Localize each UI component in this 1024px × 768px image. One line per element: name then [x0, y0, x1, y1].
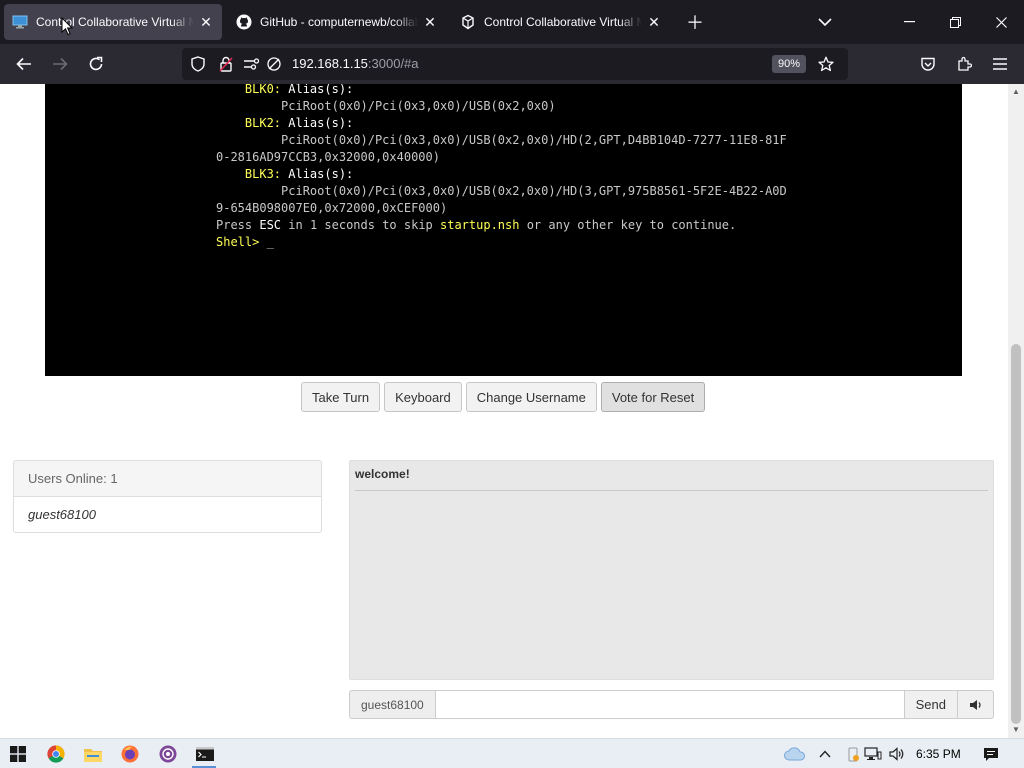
terminal-press-esc-line: Press ESC in 1 seconds to skip startup.n… — [216, 218, 737, 232]
chat-log: welcome! — [349, 460, 994, 680]
terminal-line: BLK2: Alias(s): — [244, 116, 354, 130]
vm-control-buttons: Take Turn Keyboard Change Username Vote … — [301, 382, 706, 412]
new-tab-icon[interactable]: ＋ — [681, 8, 709, 36]
terminal-line: PciRoot(0x0)/Pci(0x3,0x0)/USB(0x2,0x0)/H… — [281, 133, 787, 147]
firefox-icon[interactable] — [119, 743, 141, 765]
close-tab-icon[interactable]: ✕ — [422, 14, 438, 30]
terminal-line: BLK3: Alias(s): — [244, 167, 354, 181]
github-icon — [236, 14, 252, 30]
vote-for-reset-button[interactable]: Vote for Reset — [600, 382, 706, 412]
volume-icon[interactable] — [886, 743, 908, 765]
browser-tab[interactable]: Control Collaborative Virtual Machine ✕ — [452, 4, 670, 40]
zoom-level-badge[interactable]: 90% — [772, 55, 807, 73]
url-bar[interactable]: 192.168.1.15:3000/#a 90% — [182, 48, 848, 80]
terminal-line: BLK0: Alias(s): — [244, 84, 354, 96]
onedrive-cloud-icon[interactable] — [784, 743, 806, 765]
menu-icon[interactable] — [986, 50, 1014, 78]
chat-message-input[interactable] — [435, 690, 905, 719]
scrollbar-thumb[interactable] — [1011, 344, 1021, 724]
show-hidden-icons-chevron-icon[interactable] — [814, 743, 836, 765]
file-explorer-icon[interactable] — [82, 743, 104, 765]
reload-icon[interactable] — [82, 50, 110, 78]
battery-warning-icon[interactable] — [842, 743, 864, 765]
send-button[interactable]: Send — [904, 690, 958, 719]
chat-username-label: guest68100 — [349, 690, 436, 719]
shield-icon[interactable] — [188, 54, 208, 74]
minimize-icon[interactable] — [886, 0, 932, 44]
terminal-line: 0-2816AD97CCB3,0x32000,0x40000) — [216, 150, 440, 164]
terminal-prompt: Shell> _ — [216, 235, 274, 249]
users-online-header: Users Online: 1 — [14, 461, 321, 497]
monitor-icon — [12, 14, 28, 30]
chrome-icon[interactable] — [45, 743, 67, 765]
terminal-line: 9-654B098007E0,0x72000,0xCEF000) — [216, 201, 448, 215]
mouse-cursor-icon — [61, 17, 73, 36]
tab-title: GitHub - computernewb/collab-vm — [260, 15, 418, 29]
chat-message: welcome! — [355, 467, 988, 491]
close-window-icon[interactable] — [978, 0, 1024, 44]
taskbar-clock[interactable]: 6:35 PM — [916, 747, 961, 761]
vm-display[interactable]: BLK0: Alias(s): PciRoot(0x0)/Pci(0x3,0x0… — [45, 84, 962, 376]
network-icon[interactable] — [862, 743, 884, 765]
browser-tab-strip: Control Collaborative Virtual Machine ✕ … — [0, 0, 1024, 44]
pocket-icon[interactable] — [914, 50, 942, 78]
navigation-toolbar: 192.168.1.15:3000/#a 90% — [0, 44, 1024, 84]
page-content: BLK0: Alias(s): PciRoot(0x0)/Pci(0x3,0x0… — [0, 84, 1008, 738]
extensions-icon[interactable] — [950, 50, 978, 78]
user-list-item[interactable]: guest68100 — [14, 497, 321, 532]
browser-tab-active[interactable]: Control Collaborative Virtual Machine ✕ — [4, 4, 222, 40]
back-arrow-icon[interactable] — [10, 50, 38, 78]
terminal-line: PciRoot(0x0)/Pci(0x3,0x0)/USB(0x2,0x0) — [281, 99, 556, 113]
tab-title: Control Collaborative Virtual Machine — [484, 15, 642, 29]
forward-arrow-icon[interactable] — [46, 50, 74, 78]
scroll-down-arrow-icon[interactable]: ▼ — [1011, 725, 1021, 735]
bookmark-star-icon[interactable] — [816, 54, 836, 74]
chat-input-row: guest68100 Send — [349, 690, 994, 719]
terminal-line: PciRoot(0x0)/Pci(0x3,0x0)/USB(0x2,0x0)/H… — [281, 184, 787, 198]
windows-taskbar: 6:35 PM — [0, 738, 1024, 768]
browser-tab[interactable]: GitHub - computernewb/collab-vm ✕ — [228, 4, 446, 40]
restore-icon[interactable] — [932, 0, 978, 44]
tab-title: Control Collaborative Virtual Machine — [36, 15, 194, 29]
windows-start-icon[interactable] — [7, 743, 29, 765]
notification-center-icon[interactable] — [980, 743, 1002, 765]
insecure-lock-icon[interactable] — [216, 54, 236, 74]
tracking-blocked-icon[interactable] — [264, 54, 284, 74]
command-prompt-icon[interactable] — [194, 743, 216, 765]
list-tabs-chevron-icon[interactable] — [811, 8, 839, 36]
take-turn-button[interactable]: Take Turn — [301, 382, 381, 412]
users-online-panel: Users Online: 1 guest68100 — [13, 460, 322, 533]
close-tab-icon[interactable]: ✕ — [198, 14, 214, 30]
permissions-icon[interactable] — [242, 54, 262, 74]
close-tab-icon[interactable]: ✕ — [646, 14, 662, 30]
keyboard-button[interactable]: Keyboard — [384, 382, 462, 412]
tor-browser-icon[interactable] — [157, 743, 179, 765]
page-scrollbar[interactable]: ▲ ▼ — [1008, 84, 1024, 738]
scroll-up-arrow-icon[interactable]: ▲ — [1011, 87, 1021, 97]
url-text[interactable]: 192.168.1.15:3000/#a — [292, 56, 419, 71]
vm-icon — [460, 14, 476, 30]
speaker-icon[interactable] — [958, 690, 994, 719]
change-username-button[interactable]: Change Username — [465, 382, 597, 412]
